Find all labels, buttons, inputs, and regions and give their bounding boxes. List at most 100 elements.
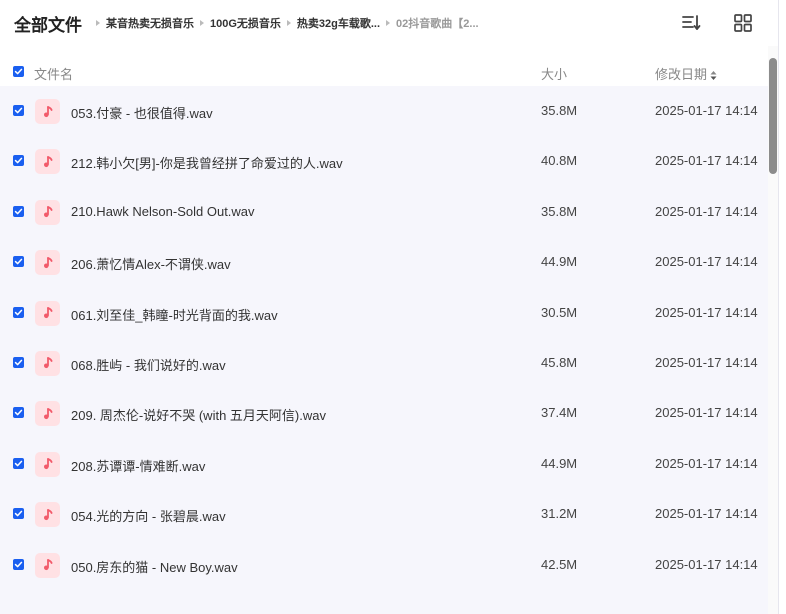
check-icon bbox=[14, 561, 23, 567]
audio-file-icon bbox=[35, 250, 60, 276]
file-size: 35.8M bbox=[541, 203, 578, 219]
file-row[interactable]: 050.房东的猫 - New Boy.wav 42.5M 2025-01-17 … bbox=[0, 540, 768, 590]
file-date: 2025-01-17 14:14 bbox=[655, 556, 758, 572]
music-note-icon bbox=[43, 407, 52, 419]
music-note-icon bbox=[43, 357, 52, 369]
file-row[interactable]: 054.光的方向 - 张碧晨.wav 31.2M 2025-01-17 14:1… bbox=[0, 489, 768, 539]
music-note-icon bbox=[43, 508, 52, 520]
file-name[interactable]: 206.萧忆情Alex-不谓侠.wav bbox=[71, 254, 231, 273]
music-note-icon bbox=[43, 458, 52, 470]
file-name[interactable]: 053.付豪 - 也很值得.wav bbox=[71, 103, 213, 122]
music-note-icon bbox=[43, 206, 52, 218]
check-icon bbox=[14, 359, 23, 366]
audio-file-icon bbox=[35, 149, 60, 175]
file-row[interactable]: 053.付豪 - 也很值得.wav 35.8M 2025-01-17 14:14 bbox=[0, 86, 768, 136]
row-checkbox[interactable] bbox=[13, 155, 24, 167]
check-icon bbox=[14, 68, 23, 75]
file-size: 45.8M bbox=[541, 354, 578, 370]
row-checkbox[interactable] bbox=[13, 205, 24, 217]
breadcrumb-item[interactable]: 100G无损音乐 bbox=[210, 15, 281, 31]
file-date: 2025-01-17 14:14 bbox=[655, 203, 758, 219]
row-checkbox[interactable] bbox=[13, 105, 24, 116]
file-size: 44.9M bbox=[541, 455, 578, 471]
file-row[interactable]: 206.萧忆情Alex-不谓侠.wav 44.9M 2025-01-17 14:… bbox=[0, 237, 768, 287]
audio-file-icon bbox=[35, 502, 60, 528]
check-icon bbox=[14, 460, 23, 467]
music-note-icon bbox=[43, 256, 52, 268]
breadcrumb-root[interactable]: 全部文件 bbox=[14, 11, 82, 36]
file-size: 44.9M bbox=[541, 254, 578, 270]
file-row[interactable]: 209. 周杰伦-说好不哭 (with 五月天阿信).wav 37.4M 202… bbox=[0, 388, 768, 438]
file-date: 2025-01-17 14:14 bbox=[655, 506, 758, 522]
breadcrumb-separator-icon bbox=[386, 20, 391, 26]
file-name[interactable]: 208.苏谭谭-情难断.wav bbox=[71, 456, 205, 475]
music-note-icon bbox=[43, 559, 52, 571]
file-date: 2025-01-17 14:14 bbox=[655, 153, 758, 169]
sort-arrows-icon bbox=[710, 71, 717, 81]
file-row[interactable]: 210.Hawk Nelson-Sold Out.wav 35.8M 2025-… bbox=[0, 187, 768, 237]
panel-edge bbox=[778, 0, 786, 614]
audio-file-icon bbox=[35, 552, 60, 578]
file-name[interactable]: 210.Hawk Nelson-Sold Out.wav bbox=[71, 204, 255, 219]
row-checkbox[interactable] bbox=[13, 508, 24, 520]
check-icon bbox=[14, 409, 23, 416]
file-name[interactable]: 068.胜屿 - 我们说好的.wav bbox=[71, 355, 226, 374]
check-icon bbox=[14, 309, 23, 315]
audio-file-icon bbox=[35, 401, 60, 427]
audio-file-icon bbox=[35, 350, 60, 376]
check-icon bbox=[14, 107, 23, 114]
select-all-checkbox[interactable] bbox=[13, 66, 24, 77]
scrollbar-thumb[interactable] bbox=[769, 58, 777, 174]
file-name[interactable]: 061.刘至佳_韩瞳-时光背面的我.wav bbox=[71, 305, 278, 324]
audio-file-icon bbox=[35, 451, 60, 477]
column-header: 文件名 大小 修改日期 bbox=[0, 58, 770, 86]
breadcrumb-item[interactable]: 某音热卖无损音乐 bbox=[106, 15, 194, 31]
audio-file-icon bbox=[35, 99, 60, 124]
breadcrumb-separator-icon bbox=[200, 20, 204, 26]
column-size-header[interactable]: 大小 bbox=[541, 64, 567, 83]
file-size: 30.5M bbox=[541, 304, 578, 320]
breadcrumb: 全部文件 某音热卖无损音乐 100G无损音乐 热卖32g车载歌... 02抖音歌… bbox=[0, 11, 479, 36]
file-date: 2025-01-17 14:14 bbox=[655, 254, 758, 270]
file-list: 053.付豪 - 也很值得.wav 35.8M 2025-01-17 14:14… bbox=[0, 86, 768, 614]
row-checkbox[interactable] bbox=[13, 256, 24, 268]
file-name[interactable]: 212.韩小欠[男]-你是我曾经拼了命爱过的人.wav bbox=[71, 153, 343, 172]
row-checkbox[interactable] bbox=[13, 457, 24, 469]
breadcrumb-item[interactable]: 热卖32g车载歌... bbox=[297, 15, 380, 31]
file-row[interactable]: 212.韩小欠[男]-你是我曾经拼了命爱过的人.wav 40.8M 2025-0… bbox=[0, 136, 768, 186]
audio-file-icon bbox=[35, 300, 60, 326]
header: 全部文件 某音热卖无损音乐 100G无损音乐 热卖32g车载歌... 02抖音歌… bbox=[0, 0, 770, 46]
file-size: 37.4M bbox=[541, 405, 578, 421]
breadcrumb-current: 02抖音歌曲【2... bbox=[396, 18, 479, 30]
row-checkbox[interactable] bbox=[13, 356, 24, 368]
file-name[interactable]: 209. 周杰伦-说好不哭 (with 五月天阿信).wav bbox=[71, 405, 326, 424]
file-size: 31.2M bbox=[541, 506, 578, 522]
file-row[interactable]: 068.胜屿 - 我们说好的.wav 45.8M 2025-01-17 14:1… bbox=[0, 338, 768, 388]
check-icon bbox=[14, 258, 23, 265]
music-note-icon bbox=[43, 307, 52, 319]
row-checkbox[interactable] bbox=[13, 407, 24, 419]
file-date: 2025-01-17 14:14 bbox=[655, 304, 758, 320]
music-note-icon bbox=[43, 105, 52, 117]
sort-list-icon[interactable] bbox=[680, 12, 702, 34]
grid-view-icon[interactable] bbox=[732, 12, 754, 34]
check-icon bbox=[14, 208, 23, 215]
file-name[interactable]: 054.光的方向 - 张碧晨.wav bbox=[71, 506, 226, 525]
check-icon bbox=[14, 158, 23, 164]
row-checkbox[interactable] bbox=[13, 306, 24, 318]
file-browser: 全部文件 某音热卖无损音乐 100G无损音乐 热卖32g车载歌... 02抖音歌… bbox=[0, 0, 786, 614]
file-size: 42.5M bbox=[541, 556, 578, 572]
file-size: 40.8M bbox=[541, 153, 578, 169]
view-tools bbox=[680, 12, 754, 34]
file-row[interactable]: 061.刘至佳_韩瞳-时光背面的我.wav 30.5M 2025-01-17 1… bbox=[0, 288, 768, 338]
music-note-icon bbox=[43, 155, 52, 167]
file-name[interactable]: 050.房东的猫 - New Boy.wav bbox=[71, 557, 238, 576]
row-checkbox[interactable] bbox=[13, 558, 24, 570]
breadcrumb-separator-icon bbox=[286, 20, 291, 26]
file-date: 2025-01-17 14:14 bbox=[655, 455, 758, 471]
column-name-header[interactable]: 文件名 bbox=[34, 64, 73, 83]
file-row[interactable]: 208.苏谭谭-情难断.wav 44.9M 2025-01-17 14:14 bbox=[0, 439, 768, 489]
column-date-header[interactable]: 修改日期 bbox=[655, 64, 717, 83]
column-date-label: 修改日期 bbox=[655, 67, 708, 82]
audio-file-icon bbox=[35, 199, 60, 225]
